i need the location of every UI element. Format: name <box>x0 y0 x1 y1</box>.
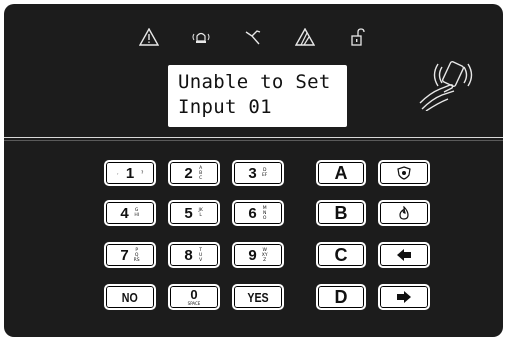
police-panic-button[interactable] <box>378 160 430 186</box>
yes-button-label: YES <box>247 289 269 305</box>
siren-icon <box>190 26 212 48</box>
display-line-1: Unable to Set <box>178 71 331 93</box>
key-6[interactable]: 6 MNO <box>232 200 284 226</box>
key-a[interactable]: A <box>316 160 366 186</box>
key-4-label: 4 <box>120 204 129 222</box>
key-b-label: B <box>334 202 348 223</box>
key-3-sub: DEF <box>261 168 268 178</box>
tamper-tool-icon <box>242 26 264 48</box>
keypad-panel: Unable to Set Input 01 , 1 ? 2 ABC 3 DEF… <box>4 4 503 337</box>
key-5-label: 5 <box>184 204 193 222</box>
key-8[interactable]: 8 TUV <box>168 242 220 268</box>
no-button-label: NO <box>122 289 138 305</box>
key-0-label: 0 <box>190 286 198 302</box>
key-6-label: 6 <box>248 204 257 222</box>
key-3[interactable]: 3 DEF <box>232 160 284 186</box>
key-7-label: 7 <box>120 246 129 264</box>
key-8-sub: TUV <box>199 247 203 263</box>
key-5-sub: JKL <box>198 208 203 218</box>
alarm-triangle-icon <box>138 26 160 48</box>
key-1[interactable]: , 1 ? <box>104 160 156 186</box>
key-c[interactable]: C <box>316 242 366 268</box>
key-d[interactable]: D <box>316 284 366 310</box>
left-arrow-button[interactable] <box>378 242 430 268</box>
yes-button[interactable]: YES <box>232 284 284 310</box>
key-9-label: 9 <box>248 246 257 264</box>
key-c-label: C <box>334 244 348 265</box>
key-1-label: 1 <box>125 164 135 182</box>
key-6-sub: MNO <box>262 205 267 221</box>
key-5[interactable]: 5 JKL <box>168 200 220 226</box>
panel-divider <box>4 137 503 138</box>
key-2-sub: ABC <box>199 165 203 181</box>
panel-divider-shadow <box>4 140 503 141</box>
arrow-right-icon <box>397 291 411 303</box>
unlock-padlock-icon <box>346 26 368 48</box>
key-7[interactable]: 7 PQRS <box>104 242 156 268</box>
right-arrow-button[interactable] <box>378 284 430 310</box>
fire-icon <box>399 206 409 220</box>
key-0[interactable]: 0 SPACE <box>168 284 220 310</box>
key-4[interactable]: 4 GHI <box>104 200 156 226</box>
no-button[interactable]: NO <box>104 284 156 310</box>
proximity-reader-icon <box>419 61 473 111</box>
key-2[interactable]: 2 ABC <box>168 160 220 186</box>
display-line-2: Input 01 <box>178 96 272 118</box>
key-d-label: D <box>334 286 348 307</box>
lcd-display: Unable to Set Input 01 <box>168 65 347 127</box>
key-7-sub: PQRS <box>133 247 140 263</box>
key-1-sub: ? <box>140 170 144 176</box>
key-b[interactable]: B <box>316 200 366 226</box>
key-9[interactable]: 9 WXYZ <box>232 242 284 268</box>
key-2-label: 2 <box>184 164 193 182</box>
key-a-label: A <box>334 162 348 183</box>
key-0-sub: SPACE <box>187 300 201 306</box>
police-shield-icon <box>397 166 411 180</box>
key-9-sub: WXYZ <box>261 247 268 263</box>
key-4-sub: GHI <box>134 208 140 218</box>
key-8-label: 8 <box>184 246 193 264</box>
key-3-label: 3 <box>248 164 257 182</box>
fault-triangle-icon <box>294 26 316 48</box>
arrow-left-icon <box>397 249 411 261</box>
fire-panic-button[interactable] <box>378 200 430 226</box>
